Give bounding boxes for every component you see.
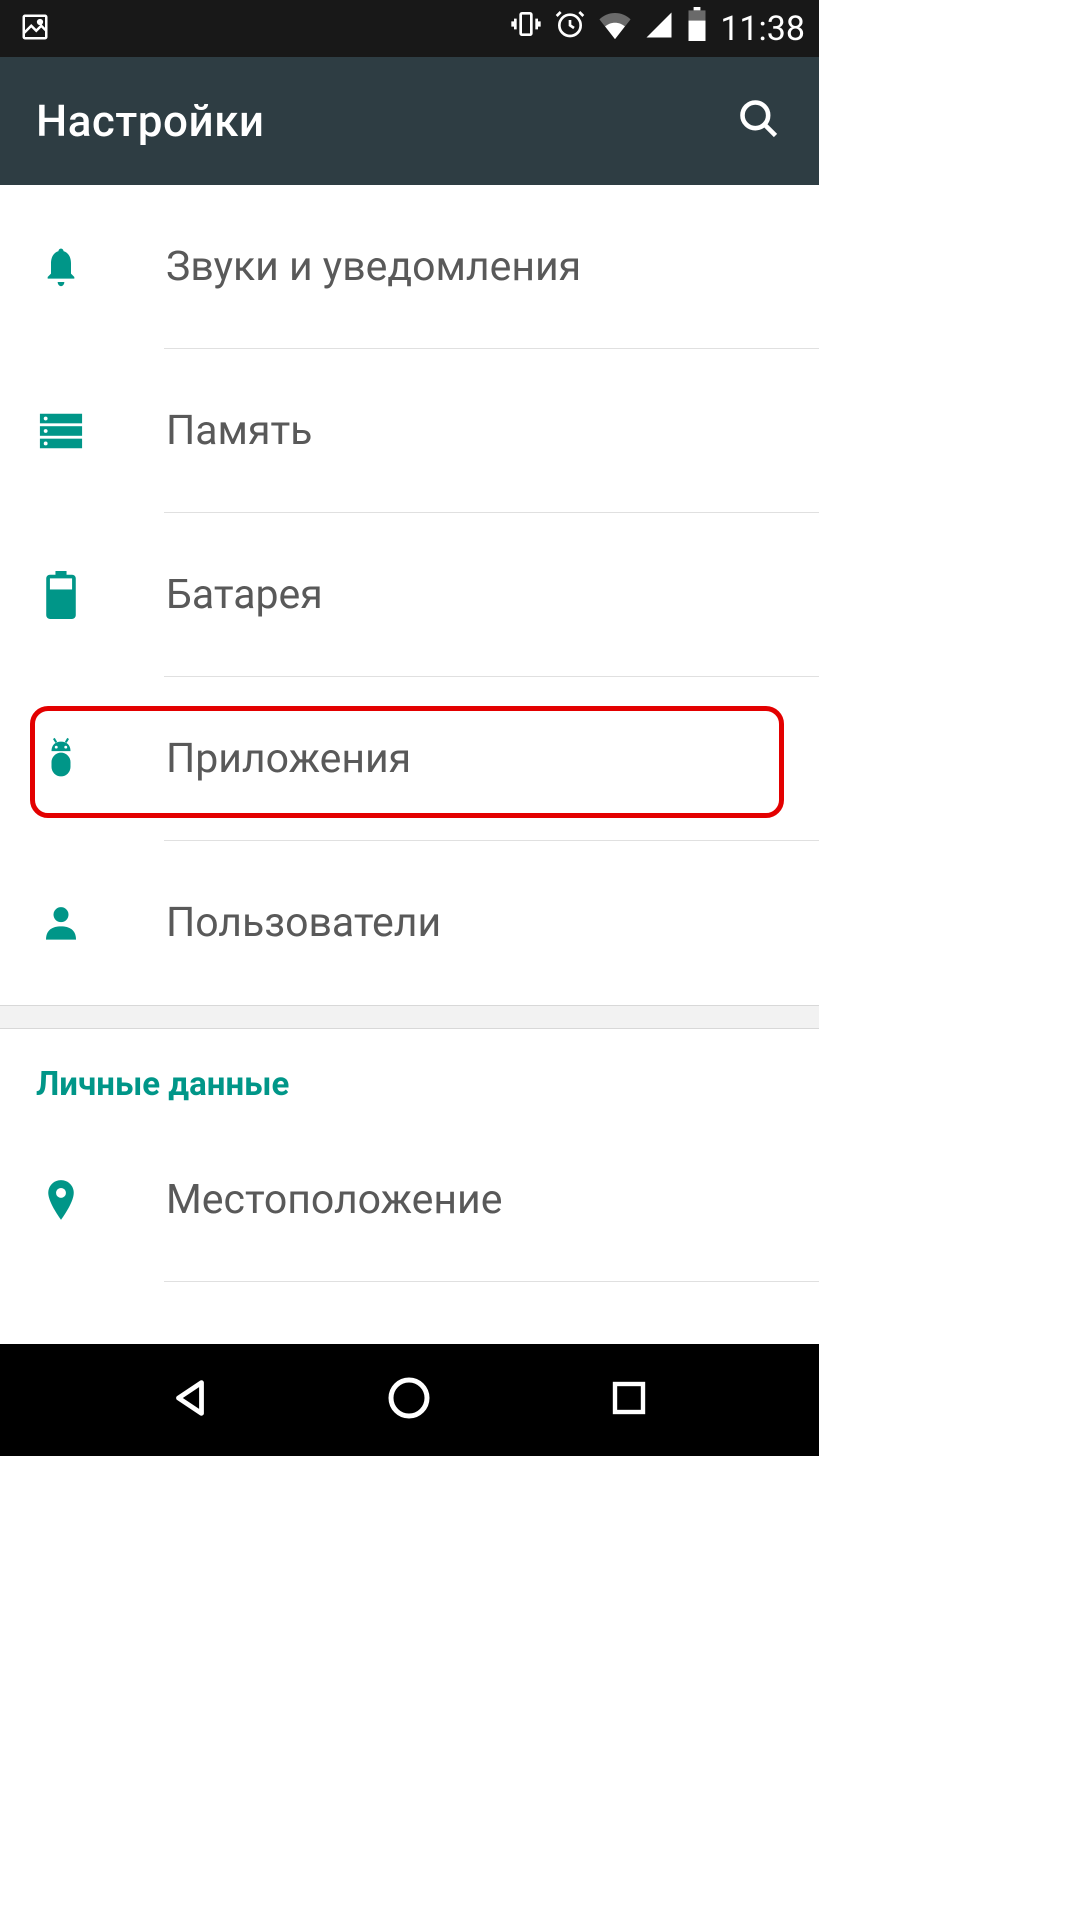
- status-left: [20, 12, 50, 46]
- storage-icon: [38, 408, 84, 454]
- divider: [164, 1281, 819, 1282]
- section-header-personal: Личные данные: [0, 1029, 819, 1118]
- nav-home-button[interactable]: [381, 1372, 437, 1428]
- settings-list: Звуки и уведомления Память Батарея: [0, 185, 819, 1282]
- settings-item-label: Пользователи: [166, 899, 441, 947]
- bell-icon: [38, 244, 84, 290]
- settings-item-sounds[interactable]: Звуки и уведомления: [0, 185, 819, 349]
- status-time: 11:38: [720, 9, 805, 49]
- user-icon: [38, 900, 84, 946]
- settings-item-label: Приложения: [166, 735, 411, 783]
- picture-icon: [20, 12, 50, 46]
- nav-back-button[interactable]: [162, 1372, 218, 1428]
- battery-icon: [686, 7, 708, 50]
- settings-item-label: Местоположение: [166, 1176, 502, 1224]
- search-icon: [737, 97, 781, 145]
- navigation-bar: [0, 1344, 819, 1456]
- back-icon: [167, 1375, 213, 1425]
- settings-item-label: Батарея: [166, 571, 323, 619]
- settings-item-label: Память: [166, 407, 312, 455]
- settings-item-label: Звуки и уведомления: [166, 243, 581, 291]
- status-bar: 11:38: [0, 0, 819, 57]
- nav-recent-button[interactable]: [601, 1372, 657, 1428]
- settings-item-storage[interactable]: Память: [0, 349, 819, 513]
- recent-icon: [608, 1377, 650, 1423]
- vibrate-icon: [510, 8, 542, 49]
- signal-icon: [644, 9, 674, 49]
- settings-item-apps[interactable]: Приложения: [0, 677, 819, 841]
- location-icon: [38, 1177, 84, 1223]
- home-icon: [385, 1374, 433, 1426]
- alarm-icon: [554, 8, 586, 49]
- app-bar: Настройки: [0, 57, 819, 185]
- search-button[interactable]: [735, 97, 783, 145]
- battery-settings-icon: [38, 572, 84, 618]
- wifi-icon: [598, 9, 632, 49]
- settings-item-users[interactable]: Пользователи: [0, 841, 819, 1005]
- android-icon: [38, 736, 84, 782]
- settings-item-battery[interactable]: Батарея: [0, 513, 819, 677]
- settings-item-location[interactable]: Местоположение: [0, 1118, 819, 1282]
- status-right: 11:38: [510, 7, 805, 50]
- page-title: Настройки: [36, 95, 265, 147]
- section-divider: [0, 1005, 819, 1029]
